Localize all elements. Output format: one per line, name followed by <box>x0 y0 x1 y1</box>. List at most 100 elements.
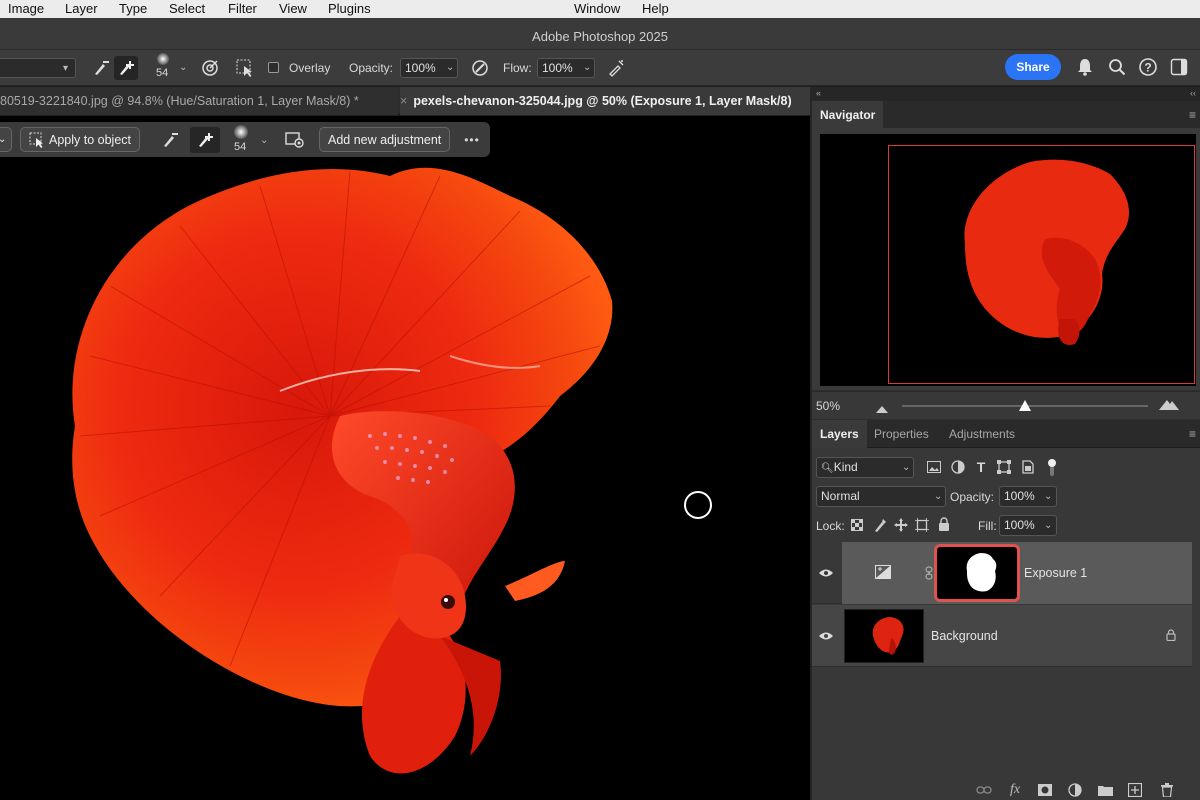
subtract-brush-icon[interactable] <box>90 57 112 79</box>
panel-collapse-bar[interactable]: « ‹‹ <box>812 87 1200 101</box>
more-options-icon[interactable]: ••• <box>458 130 486 150</box>
pressure-opacity-icon[interactable] <box>468 56 492 80</box>
collapse-left-icon[interactable]: « <box>816 88 821 98</box>
overlay-checkbox[interactable] <box>268 62 279 73</box>
tab-layers[interactable]: Layers <box>812 420 867 448</box>
apply-to-object-label: Apply to object <box>49 132 131 147</box>
menu-help[interactable]: Help <box>642 1 669 16</box>
tab-document-1[interactable]: 80519-3221840.jpg @ 94.8% (Hue/Saturatio… <box>0 87 398 115</box>
document-tabs: 80519-3221840.jpg @ 94.8% (Hue/Saturatio… <box>0 87 810 115</box>
chevron-down-icon[interactable]: ⌄ <box>179 62 187 73</box>
view-mask-icon[interactable] <box>282 128 308 152</box>
menu-bar: Image Layer Type Select Filter View Plug… <box>0 0 1200 18</box>
panel-menu-icon[interactable]: ≡ <box>1189 427 1196 441</box>
workspace-icon[interactable] <box>1168 56 1190 78</box>
navigator-panel-tabs: Navigator ≡ <box>812 101 1200 129</box>
add-brush-icon[interactable] <box>190 127 220 153</box>
apply-to-object-button[interactable]: Apply to object <box>20 127 140 152</box>
layer-name[interactable]: Background <box>931 629 998 643</box>
pixel-layer-filter-icon[interactable] <box>926 459 942 475</box>
menu-image[interactable]: Image <box>8 1 44 16</box>
contextual-task-bar: ⌄ Apply to object 54 ⌄ Add new adjustmen… <box>0 122 490 157</box>
blend-mode-value: Normal <box>821 489 860 503</box>
menu-plugins[interactable]: Plugins <box>328 1 371 16</box>
chevron-down-icon[interactable]: ⌄ <box>583 62 591 73</box>
help-icon[interactable]: ? <box>1137 56 1159 78</box>
brush-tip-icon[interactable] <box>153 52 173 66</box>
layers-panel-footer: fx <box>812 780 1200 800</box>
menu-window[interactable]: Window <box>574 1 620 16</box>
chevron-down-icon: ⌄ <box>934 491 943 502</box>
search-icon[interactable] <box>1106 56 1128 78</box>
adjustment-layer-filter-icon[interactable] <box>950 459 966 475</box>
chevron-down-icon[interactable]: ⌄ <box>260 135 268 146</box>
layer-filter-kind[interactable]: 🔍︎Kind <box>816 457 914 478</box>
layer-row-background[interactable]: Background <box>812 605 1192 667</box>
filter-toggle-icon[interactable] <box>1045 457 1059 477</box>
menu-view[interactable]: View <box>279 1 307 16</box>
lock-transparency-icon[interactable] <box>850 518 864 532</box>
new-group-folder-icon[interactable] <box>1096 782 1114 798</box>
shape-layer-filter-icon[interactable] <box>996 459 1012 475</box>
betta-fish-image <box>72 167 712 774</box>
subtract-brush-icon[interactable] <box>157 128 183 152</box>
taskbar-menu-button[interactable]: ⌄ <box>0 127 12 152</box>
layer-locked-icon[interactable] <box>1164 627 1178 643</box>
layer-name[interactable]: Exposure 1 <box>1024 566 1087 580</box>
target-brush-icon[interactable] <box>198 56 222 80</box>
zoom-in-icon[interactable] <box>1159 398 1179 413</box>
new-adjustment-layer-icon[interactable] <box>1066 782 1084 798</box>
add-new-adjustment-button[interactable]: Add new adjustment <box>319 127 451 152</box>
smart-object-filter-icon[interactable] <box>1020 459 1036 475</box>
tab-navigator[interactable]: Navigator <box>812 101 884 129</box>
zoom-out-icon[interactable] <box>876 402 888 416</box>
lock-image-pixels-icon[interactable] <box>872 517 888 533</box>
navigator-zoom-value[interactable]: 50% <box>816 399 840 413</box>
layer-styles-fx-icon[interactable]: fx <box>1005 781 1025 799</box>
blend-mode-select[interactable]: Normal <box>816 486 946 507</box>
layer-filter-kind-value: Kind <box>833 460 858 474</box>
lock-label: Lock: <box>816 519 845 533</box>
new-layer-icon[interactable] <box>1126 782 1144 798</box>
tab-adjustments[interactable]: Adjustments <box>941 420 1023 448</box>
share-button[interactable]: Share <box>1005 54 1061 80</box>
lock-all-icon[interactable] <box>936 516 952 532</box>
layer-row-exposure[interactable]: Exposure 1 <box>812 542 1192 604</box>
chevron-down-icon[interactable]: ⌄ <box>1044 491 1052 502</box>
menu-filter[interactable]: Filter <box>228 1 257 16</box>
collapse-right-icon[interactable]: ‹‹ <box>1190 88 1196 98</box>
airbrush-icon[interactable] <box>604 56 628 80</box>
notifications-bell-icon[interactable] <box>1074 56 1096 78</box>
link-layers-icon[interactable] <box>975 782 993 798</box>
menu-type[interactable]: Type <box>119 1 147 16</box>
opacity-label: Opacity: <box>349 61 394 75</box>
chevron-down-icon[interactable]: ⌄ <box>1044 520 1052 531</box>
menu-layer[interactable]: Layer <box>65 1 98 16</box>
navigator-zoom-row: 50% <box>812 391 1200 419</box>
lock-artboard-icon[interactable] <box>914 517 930 533</box>
tab-document-1-label: 80519-3221840.jpg @ 94.8% (Hue/Saturatio… <box>0 94 359 108</box>
navigator-view-frame[interactable] <box>888 145 1195 384</box>
mask-link-icon[interactable] <box>924 565 934 581</box>
chevron-down-icon[interactable]: ⌄ <box>446 62 454 73</box>
visibility-eye-icon[interactable] <box>818 566 834 580</box>
close-tab-icon[interactable]: × <box>400 94 407 108</box>
layer-mask-thumbnail[interactable] <box>934 544 1020 602</box>
delete-layer-trash-icon[interactable] <box>1158 781 1176 799</box>
layers-panel-tabs: Layers Properties Adjustments ≡ <box>812 420 1200 448</box>
visibility-eye-icon[interactable] <box>818 629 834 643</box>
add-mask-icon[interactable] <box>1036 782 1054 798</box>
menu-select[interactable]: Select <box>169 1 205 16</box>
tab-properties[interactable]: Properties <box>866 420 937 448</box>
panel-menu-icon[interactable]: ≡ <box>1189 108 1196 122</box>
tab-document-2[interactable]: × pexels-chevanon-325044.jpg @ 50% (Expos… <box>400 87 810 115</box>
type-layer-filter-icon[interactable]: T <box>973 458 989 476</box>
select-subject-icon[interactable] <box>233 56 257 80</box>
add-brush-icon[interactable] <box>114 56 138 80</box>
document-canvas[interactable] <box>0 116 810 800</box>
lock-position-icon[interactable] <box>893 517 909 533</box>
zoom-slider-thumb[interactable] <box>1019 400 1031 415</box>
flow-value: 100% <box>542 61 573 75</box>
add-new-adjustment-label: Add new adjustment <box>328 132 442 147</box>
brush-tip-icon[interactable] <box>230 124 252 140</box>
